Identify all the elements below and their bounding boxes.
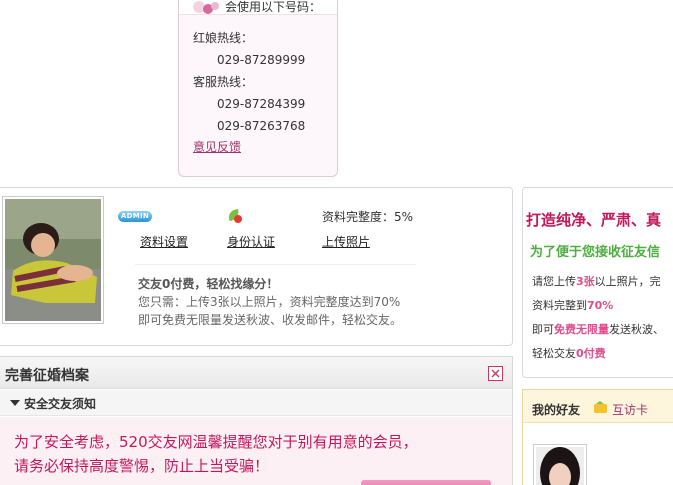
- complete-profile-panel: 完善征婚档案 安全交友须知 为了安全考虑，520交友网温馨提醒您对于别有用意的会…: [0, 356, 513, 485]
- safety-warning: 为了安全考虑，520交友网温馨提醒您对于别有用意的会员， 请务必保持高度警惕，防…: [0, 417, 512, 485]
- promo-text: 请您上传: [532, 275, 576, 288]
- contact-card-title: 会使用以下号码：: [225, 0, 322, 14]
- promo-line: 轻松交友0付费: [532, 345, 606, 361]
- my-friends-panel: 我的好友 互访卡: [522, 389, 673, 485]
- admin-badge: ADMIN: [118, 211, 152, 222]
- promo-text: 轻松交友: [532, 347, 576, 360]
- free-dating-desc: 您只需：上传3张以上照片，资料完整度达到70%: [138, 295, 401, 309]
- matchmaker-hotline-label: 红娘热线：: [193, 31, 254, 45]
- promo-text: 即可: [532, 323, 554, 336]
- safety-warning-text: 请务必保持高度警惕，防止上当受骗！: [14, 457, 270, 475]
- section-header[interactable]: 安全交友须知: [0, 390, 512, 416]
- matchmaker-hotline-number: 029-87289999: [217, 53, 306, 67]
- triangle-down-icon: [10, 400, 20, 406]
- completeness-value: 5%: [394, 210, 414, 224]
- promo-line: 请您上传3张以上照片，完: [532, 273, 661, 289]
- identity-verification-link[interactable]: 身份认证: [227, 233, 275, 250]
- contact-card: 会使用以下号码： 红娘热线： 029-87289999 客服热线： 029-87…: [178, 0, 338, 177]
- promo-subtitle: 为了便于您接收征友信: [530, 245, 661, 260]
- service-hotline-number: 029-87284399: [217, 97, 306, 111]
- service-hotline-label: 客服热线：: [193, 75, 254, 89]
- visit-card-icon: [594, 401, 607, 413]
- visit-card-link[interactable]: 互访卡: [612, 401, 648, 418]
- section-title: 安全交友须知: [24, 397, 97, 411]
- friend-photo: [536, 447, 584, 485]
- service-hotline-number: 029-87263768: [217, 119, 306, 133]
- profile-settings-link[interactable]: 资料设置: [140, 233, 188, 250]
- friends-title: 我的好友: [532, 403, 581, 417]
- leaf-icon: [228, 209, 242, 223]
- free-dating-title: 交友0付费，轻松找缘分！: [138, 277, 279, 291]
- promo-text: 发送秋波、: [609, 323, 664, 336]
- promo-line: 即可免费无限量发送秋波、: [532, 321, 664, 337]
- promo-highlight: 免费无限量: [554, 323, 609, 336]
- avatar-photo: [5, 199, 101, 321]
- upload-photos-link[interactable]: 上传照片: [322, 233, 370, 250]
- panel-title: 完善征婚档案: [5, 368, 89, 384]
- promo-text: 资料完整到: [532, 299, 587, 312]
- promo-title: 打造纯净、严肃、真: [526, 211, 662, 229]
- safety-warning-text: 为了安全考虑，520交友网温馨提醒您对于别有用意的会员，: [14, 433, 418, 451]
- pink-action-button[interactable]: [361, 480, 491, 485]
- avatar[interactable]: [2, 196, 104, 324]
- close-button[interactable]: [488, 366, 503, 381]
- friends-header: 我的好友 互访卡: [523, 390, 673, 423]
- divider: [135, 264, 416, 265]
- completeness-label: 资料完整度：: [322, 210, 395, 224]
- promo-highlight: 0付费: [576, 347, 606, 360]
- completeness-indicator: 资料完整度：5%: [322, 208, 413, 225]
- profile-panel: ADMIN 资料完整度：5% 资料设置 身份认证 上传照片 交友0付费，轻松找缘…: [0, 187, 513, 346]
- contact-card-header: 会使用以下号码：: [179, 0, 337, 15]
- promo-highlight: 70%: [587, 299, 614, 312]
- feedback-link[interactable]: 意见反馈: [193, 138, 241, 155]
- promo-text: 以上照片，完: [594, 275, 661, 288]
- promo-panel: 打造纯净、严肃、真 为了便于您接收征友信 请您上传3张以上照片，完 资料完整到7…: [522, 187, 673, 378]
- flower-icon: [193, 1, 219, 14]
- promo-highlight: 3张: [576, 275, 595, 288]
- panel-header: 完善征婚档案: [0, 357, 512, 389]
- friend-avatar[interactable]: [533, 444, 587, 485]
- close-icon: [491, 369, 500, 378]
- free-dating-desc: 即可免费无限量发送秋波、收发邮件，轻松交友。: [138, 313, 403, 327]
- promo-line: 资料完整到70%: [532, 297, 613, 313]
